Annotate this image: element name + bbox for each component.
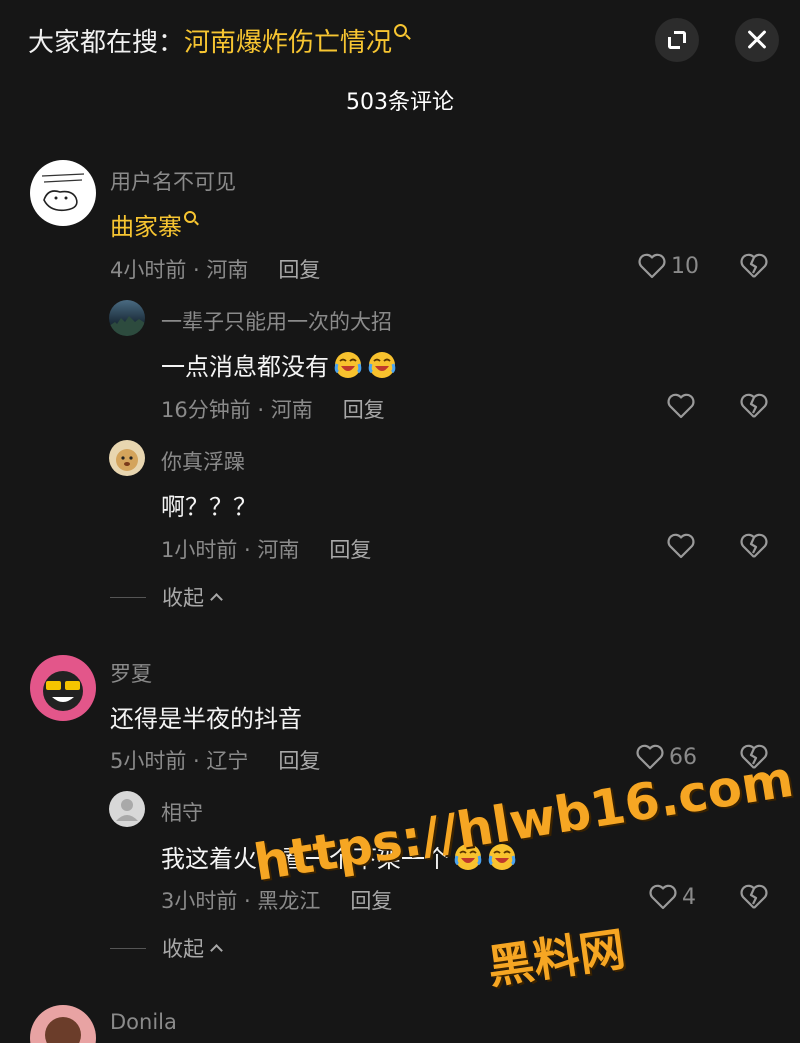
reply-meta: 16分钟前 · 河南 回复 — [161, 394, 385, 424]
trending-search-hint[interactable]: 大家都在搜：河南爆炸伤亡情况 — [28, 22, 408, 59]
comment-username[interactable]: 用户名不可见 — [110, 166, 236, 196]
avatar[interactable] — [30, 1005, 96, 1043]
collapse-replies-button[interactable]: 收起 — [110, 582, 223, 612]
cartoon-avatar-icon — [45, 1017, 81, 1043]
avatar[interactable] — [109, 440, 145, 476]
reply-button[interactable]: 回复 — [350, 889, 392, 913]
comment-text: 曲家寨 — [110, 207, 196, 242]
reply-text-content: 一点消息都没有 — [161, 353, 329, 381]
heart-icon — [638, 253, 666, 279]
laugh-cry-emoji-icon — [334, 352, 362, 378]
doodle-avatar-icon — [41, 173, 85, 212]
broken-heart-icon[interactable] — [739, 531, 769, 561]
comment-meta: 5小时前 · 辽宁 回复 — [110, 745, 320, 775]
collapse-label: 收起 — [162, 586, 204, 610]
reply-meta: 1小时前 · 河南 回复 — [161, 534, 371, 564]
sunglasses-avatar-icon — [43, 671, 83, 711]
heart-icon — [667, 533, 695, 559]
search-icon — [184, 211, 196, 223]
dog-avatar-icon — [116, 449, 138, 471]
comment-count: 503条评论 — [346, 90, 454, 115]
chevron-up-icon — [210, 943, 223, 957]
reply-button[interactable]: 回复 — [329, 538, 371, 562]
like-button[interactable]: 10 — [637, 251, 699, 281]
reply-text: 啊？？？ — [161, 493, 257, 521]
avatar[interactable] — [109, 791, 145, 827]
collapse-label: 收起 — [162, 937, 204, 961]
divider — [110, 947, 146, 949]
broken-heart-icon[interactable] — [739, 251, 769, 281]
avatar[interactable] — [30, 655, 96, 721]
broken-heart-icon[interactable] — [739, 882, 769, 912]
search-icon — [394, 24, 408, 37]
reply-button[interactable]: 回复 — [278, 258, 320, 282]
comment-time-location: 5小时前 · 辽宁 — [110, 749, 249, 773]
watermark-url: https://hlwb16.com — [250, 749, 798, 893]
expand-icon-part — [668, 37, 680, 49]
comment-text: 还得是半夜的抖音 — [110, 705, 302, 733]
comments-panel: 大家都在搜：河南爆炸伤亡情况 503条评论 用户名不可见 曲家寨 4小时前 · … — [0, 0, 800, 1043]
reply-button[interactable]: 回复 — [343, 398, 385, 422]
like-count: 10 — [671, 253, 699, 279]
chevron-up-icon — [210, 592, 223, 606]
collapse-replies-button[interactable]: 收起 — [110, 933, 223, 963]
comment-time-location: 4小时前 · 河南 — [110, 258, 249, 282]
reply-button[interactable]: 回复 — [278, 749, 320, 773]
like-button[interactable] — [666, 531, 696, 561]
like-count: 4 — [682, 884, 696, 910]
reply-username[interactable]: 你真浮躁 — [161, 446, 245, 476]
like-button[interactable] — [666, 391, 696, 421]
broken-heart-icon[interactable] — [739, 391, 769, 421]
comment-keyword-link[interactable]: 曲家寨 — [110, 213, 182, 241]
default-user-icon — [116, 799, 138, 821]
avatar[interactable] — [109, 300, 145, 336]
comment-username[interactable]: 罗夏 — [110, 658, 152, 688]
heart-icon — [636, 744, 664, 770]
reply-username[interactable]: 一辈子只能用一次的大招 — [161, 306, 392, 336]
reply-time-location: 1小时前 · 河南 — [161, 538, 300, 562]
reply-time-location: 16分钟前 · 河南 — [161, 398, 313, 422]
avatar[interactable] — [30, 160, 96, 226]
comment-meta: 4小时前 · 河南 回复 — [110, 254, 320, 284]
divider — [110, 596, 146, 598]
search-hint-prefix: 大家都在搜： — [28, 28, 185, 58]
comment-username[interactable]: Donila — [110, 1010, 177, 1034]
close-button[interactable] — [735, 18, 779, 62]
heart-icon — [649, 884, 677, 910]
laugh-cry-emoji-icon — [368, 352, 396, 378]
city-avatar-icon — [109, 316, 145, 336]
reply-meta: 3小时前 · 黑龙江 回复 — [161, 885, 392, 915]
reply-time-location: 3小时前 · 黑龙江 — [161, 889, 321, 913]
expand-button[interactable] — [655, 18, 699, 62]
watermark-name: 黑料网 — [484, 921, 629, 995]
reply-text: 一点消息都没有 — [161, 345, 397, 382]
reply-username[interactable]: 相守 — [161, 797, 203, 827]
search-hint-keyword[interactable]: 河南爆炸伤亡情况 — [184, 28, 392, 58]
heart-icon — [667, 393, 695, 419]
like-button[interactable]: 4 — [648, 882, 696, 912]
